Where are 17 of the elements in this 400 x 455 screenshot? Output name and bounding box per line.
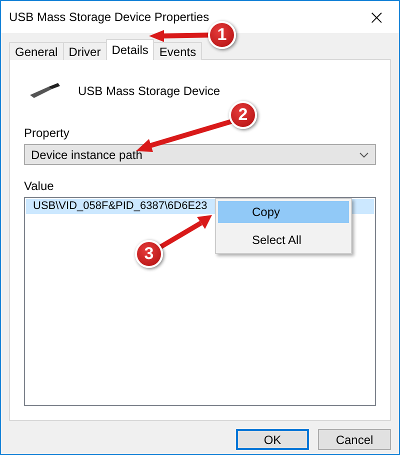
value-label: Value: [24, 179, 55, 193]
window-title: USB Mass Storage Device Properties: [9, 10, 210, 24]
callout-number: 1: [208, 21, 236, 49]
dialog-button[interactable]: OK: [236, 429, 309, 450]
tab[interactable]: Driver: [62, 42, 107, 60]
tab[interactable]: General: [9, 42, 64, 60]
property-dropdown[interactable]: Device instance path: [24, 144, 376, 165]
menu-item[interactable]: Copy: [218, 201, 349, 223]
close-button[interactable]: ×: [364, 5, 389, 29]
dialog-button[interactable]: Cancel: [318, 429, 391, 450]
menu-item[interactable]: Select All: [218, 229, 349, 251]
tab[interactable]: Events: [153, 42, 202, 60]
property-label: Property: [24, 126, 70, 140]
tab[interactable]: Details: [106, 39, 154, 60]
device-name: USB Mass Storage Device: [78, 84, 220, 98]
usb-plug-icon: [28, 81, 60, 101]
chevron-down-icon: [359, 152, 369, 158]
